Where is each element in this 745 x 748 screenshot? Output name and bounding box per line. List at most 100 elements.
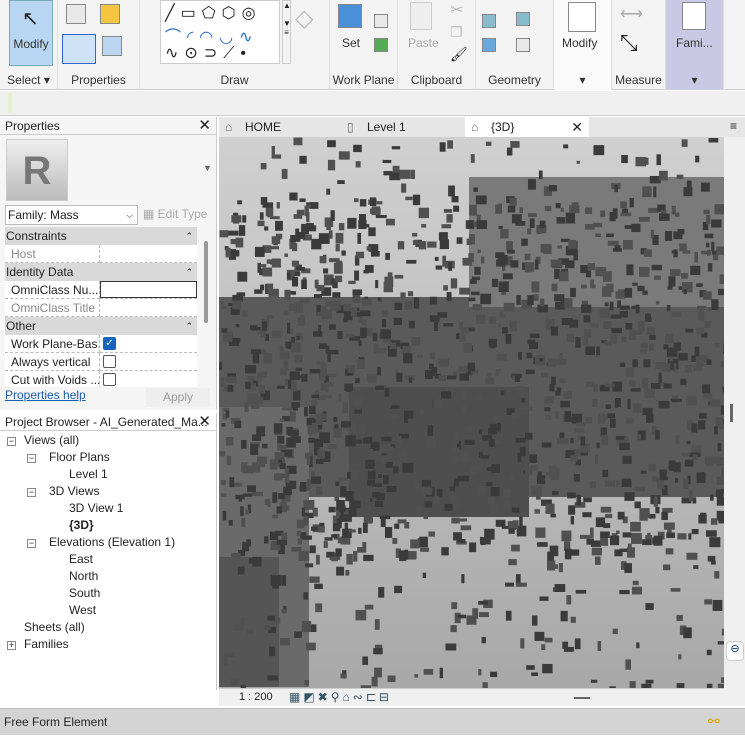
tree-node[interactable]: Sheets (all) (24, 620, 85, 634)
mass-element (550, 259, 562, 268)
properties-toggle-icon[interactable] (62, 34, 96, 64)
property-input[interactable] (100, 281, 197, 298)
tree-toggle[interactable]: − (7, 437, 16, 446)
tree-node[interactable]: Level 1 (69, 467, 108, 481)
type-properties-icon[interactable] (66, 4, 86, 24)
modify-tools-icon[interactable] (568, 2, 596, 32)
gallery-scroll[interactable]: ▲ ▼ ≡ (282, 0, 291, 64)
tab-0[interactable]: ⌂ HOME (219, 117, 339, 137)
minimize-bar[interactable] (574, 697, 590, 699)
tree-toggle[interactable]: + (7, 641, 16, 650)
tree-node[interactable]: Floor Plans (49, 450, 110, 464)
tree-node[interactable]: East (69, 552, 93, 566)
type-dropdown-arrow-icon[interactable]: ▼ (203, 163, 212, 173)
tree-node[interactable]: Views (all) (24, 433, 79, 447)
property-checkbox[interactable] (103, 373, 116, 386)
split-face-icon[interactable] (516, 38, 530, 52)
tree-node[interactable]: Families (24, 637, 69, 651)
tree-node[interactable]: West (69, 603, 96, 617)
tree-node[interactable]: Elevations (Elevation 1) (49, 535, 175, 549)
property-group[interactable]: Other ⌃ (5, 317, 197, 335)
aligned-dimension-icon[interactable]: ⟷ (620, 4, 643, 24)
properties-help-link[interactable]: Properties help (5, 388, 86, 402)
navigation-bar-icon[interactable]: ⊖ (726, 641, 744, 661)
modify-panel-dropdown[interactable]: ▾ (554, 73, 611, 87)
mass-element (511, 544, 520, 552)
close-icon[interactable]: ✕ (198, 117, 211, 135)
mass-element (291, 242, 298, 252)
property-group[interactable]: Constraints ⌃ (5, 227, 197, 245)
tree-node[interactable]: {3D} (69, 518, 94, 532)
tree-node[interactable]: North (69, 569, 98, 583)
modify-button[interactable]: ↖ Modify (9, 0, 53, 66)
match-properties-icon[interactable]: 🖌 (450, 46, 468, 63)
property-checkbox[interactable] (103, 355, 116, 368)
3d-viewport[interactable] (219, 137, 724, 688)
mass-element (228, 520, 233, 526)
property-value[interactable]: ✓ (100, 335, 197, 353)
property-checkbox[interactable]: ✓ (103, 337, 116, 350)
mass-element (508, 559, 517, 566)
modify-tools-button[interactable]: Modify (562, 36, 597, 50)
select-dropdown[interactable]: Select ▾ (0, 73, 57, 87)
mass-element (684, 459, 694, 467)
draw-tools-gallery[interactable]: ╱▭⬠⬡◎ ⌒◜◠◡∿ ∿⊙⊃⟋• (160, 0, 280, 64)
paste-icon[interactable] (410, 2, 432, 30)
tree-node[interactable]: South (69, 586, 100, 600)
collapse-icon[interactable]: ⌃ (185, 227, 193, 245)
mass-element (350, 307, 358, 317)
family-button[interactable]: Fami... (676, 36, 713, 50)
tab-2[interactable]: ⌂ {3D} ✕ (465, 117, 589, 137)
draw-line-rect-polygon-circle-icons[interactable]: ╱▭⬠⬡◎ (165, 3, 262, 23)
paste-button[interactable]: Paste (408, 36, 439, 50)
show-work-plane-icon[interactable] (374, 14, 388, 28)
measure-icon[interactable]: ⤡ (620, 30, 638, 56)
tree-toggle[interactable]: − (27, 488, 36, 497)
load-into-project-icon[interactable] (682, 2, 706, 30)
property-value[interactable] (100, 353, 197, 371)
mass-element (276, 506, 282, 514)
tree-node[interactable]: 3D View 1 (69, 501, 123, 515)
mass-element (305, 563, 314, 568)
tabs-menu-icon[interactable]: ≡ (730, 119, 737, 133)
type-selector[interactable]: Family: Mass ⌵ (5, 205, 138, 225)
set-button[interactable]: Set (342, 36, 360, 50)
viewport-scroll-handle[interactable] (730, 404, 733, 422)
mass-element (701, 250, 712, 255)
draw-panel-label: Draw (220, 73, 249, 87)
viewer-icon[interactable] (374, 38, 388, 52)
cope-icon[interactable] (482, 14, 496, 28)
family-category-icon[interactable] (102, 36, 122, 56)
family-types-icon[interactable] (100, 4, 120, 24)
property-value[interactable] (100, 371, 197, 387)
collapse-icon[interactable]: ⌃ (185, 263, 193, 281)
tree-node[interactable]: 3D Views (49, 484, 99, 498)
view-control-icons[interactable]: ▦◩✖⚲⌂∾⊏⊟ (289, 690, 392, 704)
view-scale[interactable]: 1 : 200 (239, 691, 273, 703)
tree-toggle[interactable]: − (27, 539, 36, 548)
mass-element (508, 528, 515, 534)
selection-filter-icon[interactable]: ⚯ (708, 713, 720, 730)
tab-1[interactable]: ▯ Level 1 (341, 117, 463, 137)
properties-scrollbar[interactable] (204, 241, 208, 323)
mass-element (593, 145, 605, 156)
close-icon[interactable]: ✕ (571, 117, 583, 137)
property-group[interactable]: Identity Data ⌃ (5, 263, 197, 281)
edit-type-button[interactable]: ▦ Edit Type (143, 207, 207, 221)
set-work-plane-icon[interactable] (338, 4, 362, 28)
cut-icon[interactable]: ✂ (450, 0, 463, 20)
mass-element (399, 169, 411, 179)
draw-spline-ellipse-icons[interactable]: ∿⊙⊃⟋• (165, 43, 252, 63)
mass-element (635, 486, 645, 492)
cut-geometry-icon[interactable] (516, 12, 530, 26)
apply-button[interactable]: Apply (146, 388, 210, 407)
tree-toggle[interactable]: − (27, 454, 36, 463)
close-icon[interactable]: ✕ (198, 413, 211, 431)
collapse-icon[interactable]: ⌃ (185, 317, 193, 335)
property-value[interactable] (100, 281, 197, 299)
mass-element (358, 527, 362, 534)
family-panel-dropdown[interactable]: ▾ (666, 73, 723, 87)
mass-element (500, 229, 509, 239)
copy-icon[interactable]: ❐ (450, 24, 463, 41)
join-icon[interactable] (482, 38, 496, 52)
